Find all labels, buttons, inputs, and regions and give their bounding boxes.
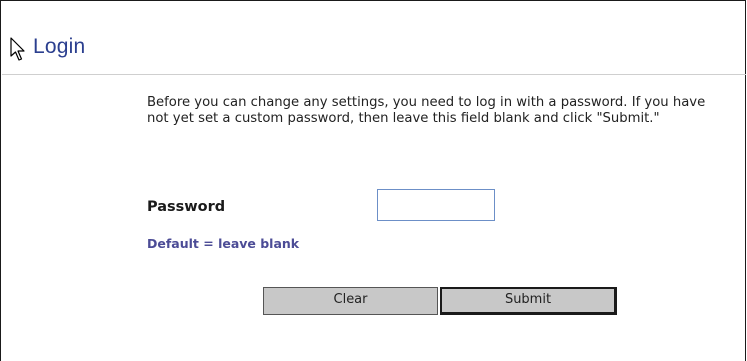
mouse-pointer-icon <box>10 37 25 61</box>
password-field[interactable] <box>377 189 495 221</box>
default-password-hint: Default = leave blank <box>147 236 300 251</box>
login-instructions: Before you can change any settings, you … <box>147 95 706 126</box>
header-divider <box>2 74 746 75</box>
page-title: Login <box>33 35 86 58</box>
password-label: Password <box>147 199 226 215</box>
submit-button[interactable]: Submit <box>440 287 617 315</box>
login-panel: Login Before you can change any settings… <box>0 0 746 361</box>
clear-button[interactable]: Clear <box>263 287 438 315</box>
